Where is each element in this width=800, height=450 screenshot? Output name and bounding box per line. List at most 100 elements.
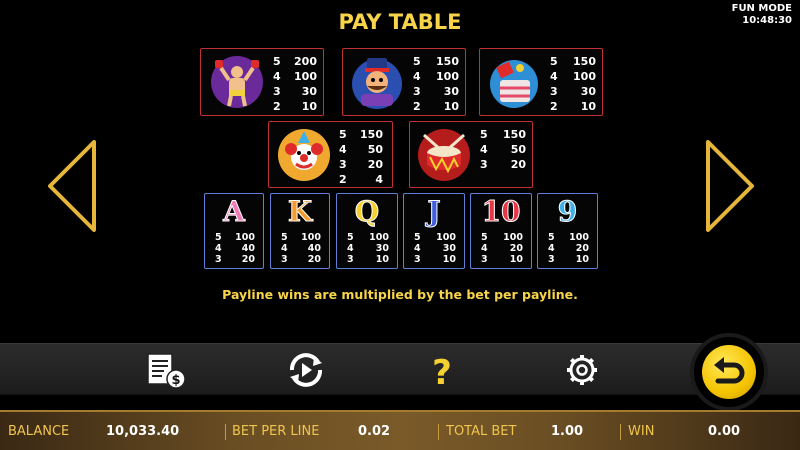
paytable-card-clown: 5 150 4 50 3 20 24 (268, 121, 393, 188)
circus-man-icon (349, 54, 405, 110)
clown-icon (276, 127, 332, 183)
return-arrow-icon (714, 357, 745, 384)
help-button[interactable]: ? (420, 351, 464, 393)
total-bet-label: TOTAL BET (446, 424, 517, 439)
pay-row: 24 (339, 173, 383, 186)
symbol-k: K (287, 195, 313, 229)
pay-row: 5 100 (347, 232, 389, 243)
pay-row: 5 150 (480, 128, 526, 141)
chevron-left-icon (48, 140, 96, 232)
symbol-j: J (427, 195, 441, 229)
next-page-button[interactable] (702, 138, 758, 234)
pays-9: 5 100 4 20 3 10 (548, 232, 589, 265)
status-bar: BALANCE 10,033.40 BET PER LINE 0.02 TOTA… (0, 410, 800, 450)
mode-indicator: FUN MODE 10:48:30 (732, 3, 792, 27)
pay-row: 3 20 (339, 158, 383, 171)
paytable-card-strongman: 5 200 4 100 3 30 2 10 (200, 48, 324, 116)
pay-row: 4 100 (273, 70, 317, 83)
pays-cannon: 5 150 4 100 3 30 2 10 (550, 54, 596, 114)
pays-strongman: 5 200 4 100 3 30 2 10 (273, 54, 317, 114)
pay-row: 2 10 (550, 100, 596, 113)
pay-row: 3 30 (413, 85, 459, 98)
paytable-card-drum: 5 150 4 50 3 20 (409, 121, 533, 188)
bet-per-line-label: BET PER LINE (232, 424, 320, 439)
pay-row: 5 100 (481, 232, 523, 243)
page-title: PAY TABLE (338, 10, 462, 34)
paytable-card-cannon: 5 150 4 100 3 30 2 10 (479, 48, 603, 116)
pay-row: 4 20 (481, 243, 523, 254)
pay-row: 4 20 (548, 243, 589, 254)
pays-circus-man: 5 150 4 100 3 30 2 10 (413, 54, 459, 114)
toolbar: $ ? (0, 343, 800, 395)
pay-row: 4 40 (281, 243, 321, 254)
pay-row: 2 10 (413, 100, 459, 113)
autoplay-button[interactable] (284, 351, 328, 389)
pay-row: 4 30 (347, 243, 389, 254)
svg-text:$: $ (171, 373, 180, 388)
clock: 10:48:30 (742, 15, 792, 26)
paytable-card-circus-man: 5 150 4 100 3 30 2 10 (342, 48, 466, 116)
paytable-button[interactable]: $ (144, 351, 188, 389)
pay-row: 3 10 (347, 254, 389, 265)
symbol-a: A (223, 195, 246, 229)
pay-row: 5 150 (550, 55, 596, 68)
paytable-card-k: K 5 100 4 40 3 20 (270, 193, 330, 269)
autoplay-icon (290, 353, 322, 387)
pay-row: 5 200 (273, 55, 317, 68)
previous-page-button[interactable] (44, 138, 100, 234)
pays-k: 5 100 4 40 3 20 (281, 232, 321, 265)
pay-row: 4 100 (550, 70, 596, 83)
drum-icon (416, 127, 472, 183)
settings-icon (567, 355, 597, 385)
mode-label: FUN MODE (731, 3, 792, 14)
paytable-card-10: 10 5 100 4 20 3 10 (470, 193, 532, 269)
payline-note: Payline wins are multiplied by the bet p… (222, 287, 578, 302)
back-button-face (702, 345, 756, 399)
settings-button[interactable] (560, 351, 604, 389)
pays-q: 5 100 4 30 3 10 (347, 232, 389, 265)
divider (225, 424, 226, 440)
cannon-icon (486, 54, 542, 110)
divider (620, 424, 621, 440)
win-label: WIN (628, 424, 655, 439)
pay-row: 5 100 (281, 232, 321, 243)
paytable-card-9: 9 5 100 4 20 3 10 (537, 193, 598, 269)
pay-row: 5 150 (413, 55, 459, 68)
paytable-card-q: Q 5 100 4 30 3 10 (336, 193, 398, 269)
pays-drum: 5 150 4 50 3 20 (480, 127, 526, 172)
paytable-card-j: J 5 100 4 30 3 10 (403, 193, 465, 269)
symbol-q: Q (354, 195, 380, 229)
pays-clown: 5 150 4 50 3 20 24 (339, 127, 383, 187)
pays-a: 5 100 4 40 3 20 (215, 232, 255, 265)
chevron-right-icon (706, 140, 754, 232)
pay-row: 3 20 (281, 254, 321, 265)
pay-row: 2 10 (273, 100, 317, 113)
pay-row: 3 20 (215, 254, 255, 265)
back-button[interactable] (690, 333, 768, 411)
pay-row: 3 30 (273, 85, 317, 98)
pay-row: 4 40 (215, 243, 255, 254)
symbol-9: 9 (557, 195, 578, 229)
bet-per-line-value: 0.02 (358, 424, 391, 439)
strongman-icon (209, 54, 265, 110)
pay-row: 4 50 (480, 143, 526, 156)
svg-text:?: ? (432, 353, 452, 389)
symbol-10: 10 (481, 195, 521, 229)
pay-row: 5 100 (215, 232, 255, 243)
pay-row: 4 50 (339, 143, 383, 156)
pay-row: 5 100 (548, 232, 589, 243)
pay-row: 3 20 (480, 158, 526, 171)
pay-row: 3 10 (481, 254, 523, 265)
pay-row: 5 100 (414, 232, 456, 243)
pay-row: 4 100 (413, 70, 459, 83)
balance-label: BALANCE (8, 424, 70, 439)
pay-row: 3 30 (550, 85, 596, 98)
pay-row: 3 10 (414, 254, 456, 265)
paytable-card-a: A 5 100 4 40 3 20 (204, 193, 264, 269)
pay-row: 5 150 (339, 128, 383, 141)
pay-row: 3 10 (548, 254, 589, 265)
balance-value: 10,033.40 (106, 424, 180, 439)
divider (438, 424, 439, 440)
total-bet-value: 1.00 (551, 424, 584, 439)
pays-j: 5 100 4 30 3 10 (414, 232, 456, 265)
